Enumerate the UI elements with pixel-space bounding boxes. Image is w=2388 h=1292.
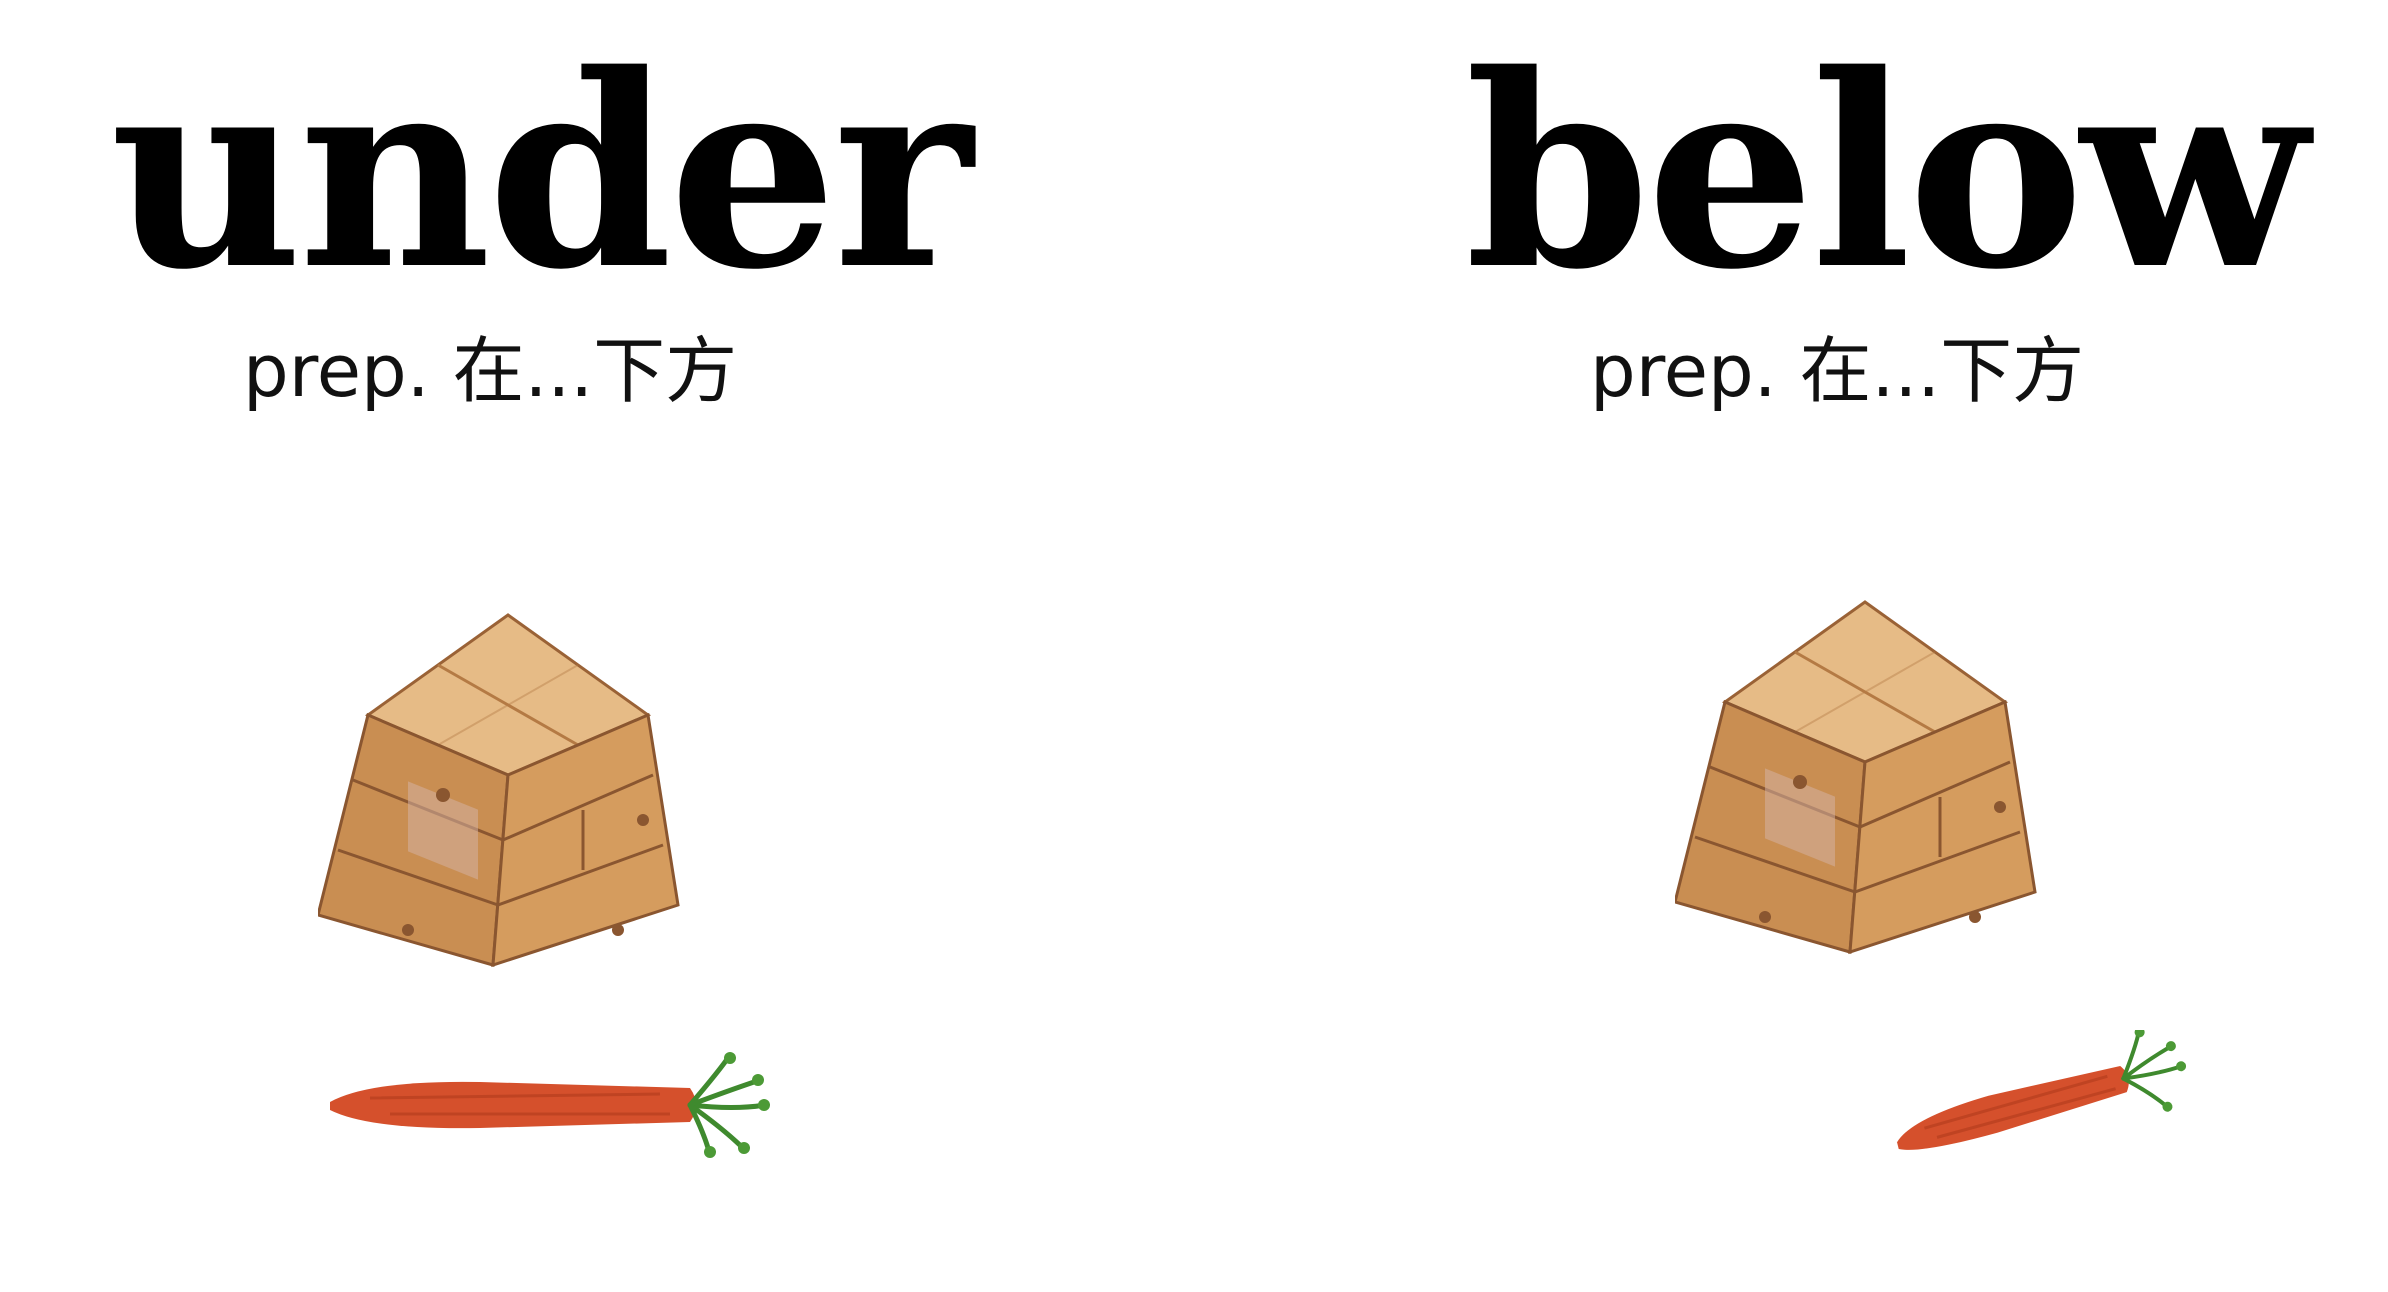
- carrot-illustration: [1897, 1030, 2187, 1150]
- word-gloss: prep. 在...下方: [1590, 329, 2085, 413]
- wooden-cube-illustration: [1675, 600, 2037, 955]
- wooden-cube-illustration: [318, 613, 680, 968]
- word-title: under: [110, 17, 973, 328]
- card-below: below prep. 在...下方: [1360, 0, 2388, 1292]
- card-under: under prep. 在...下方: [0, 0, 1100, 1292]
- carrot-illustration: [330, 1052, 770, 1158]
- word-title: below: [1465, 17, 2308, 328]
- word-gloss: prep. 在...下方: [243, 329, 738, 413]
